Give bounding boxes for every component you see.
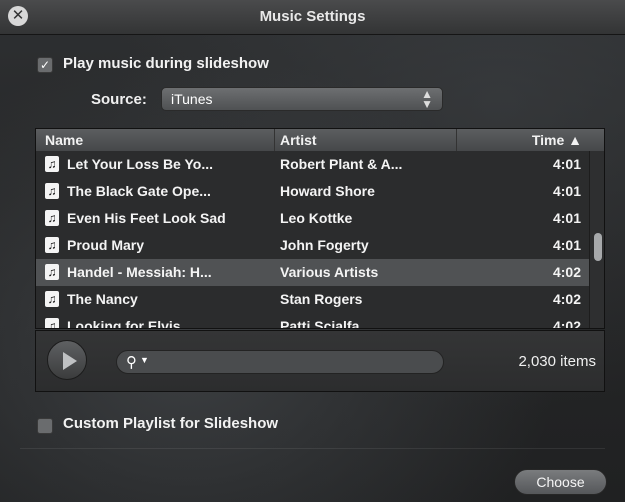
row-time: 4:02 (552, 264, 581, 280)
row-name: Even His Feet Look Sad (67, 210, 226, 226)
table-row[interactable]: ♫ The Nancy Stan Rogers 4:02 (36, 286, 589, 314)
search-icon[interactable]: ⚲ (126, 353, 137, 371)
row-artist: Leo Kottke (280, 210, 353, 226)
column-header-time[interactable]: Time ▲ (532, 132, 582, 148)
column-header-name[interactable]: Name (45, 132, 83, 148)
search-input[interactable]: ⚲ ▼ (116, 350, 444, 374)
music-note-icon: ♫ (45, 264, 59, 280)
music-note-icon: ♫ (45, 156, 59, 172)
title-bar: ✕ Music Settings (0, 0, 625, 35)
table-row[interactable]: ♫ Looking for Elvis Patti Scialfa 4:02 (36, 313, 589, 329)
updown-arrows-icon: ▲ ▼ (421, 87, 433, 111)
source-select[interactable]: iTunes ▲ ▼ (161, 87, 443, 111)
row-name: Proud Mary (67, 237, 145, 253)
source-select-value: iTunes (171, 91, 213, 107)
table-row[interactable]: ♫ Let Your Loss Be Yo... Robert Plant & … (36, 151, 589, 179)
play-music-label[interactable]: Play music during slideshow (63, 55, 269, 72)
play-icon (63, 352, 77, 370)
column-header-artist[interactable]: Artist (280, 132, 317, 148)
play-button[interactable] (47, 340, 87, 380)
row-artist: Howard Shore (280, 183, 375, 199)
divider (20, 448, 605, 449)
row-name: The Black Gate Ope... (67, 183, 211, 199)
playback-controls: ⚲ ▼ 2,030 items (35, 330, 605, 392)
custom-playlist-checkbox[interactable] (37, 418, 53, 434)
music-note-icon: ♫ (45, 318, 59, 328)
column-divider (274, 129, 275, 151)
choose-button[interactable]: Choose (514, 469, 607, 495)
source-label: Source: (91, 91, 147, 108)
music-note-icon: ♫ (45, 210, 59, 226)
column-divider (456, 129, 457, 151)
row-name: Let Your Loss Be Yo... (67, 156, 213, 172)
music-table: Name Artist Time ▲ ♫ Let Your Loss Be Yo… (35, 128, 605, 329)
row-time: 4:01 (552, 210, 581, 226)
row-time: 4:02 (552, 318, 581, 329)
music-note-icon: ♫ (45, 291, 59, 307)
custom-playlist-label[interactable]: Custom Playlist for Slideshow (63, 415, 278, 432)
music-note-icon: ♫ (45, 237, 59, 253)
row-artist: Robert Plant & A... (280, 156, 403, 172)
row-name: Looking for Elvis (67, 318, 181, 329)
scrollbar-thumb[interactable] (594, 233, 602, 261)
row-artist: Stan Rogers (280, 291, 363, 307)
table-row[interactable]: ♫ Proud Mary John Fogerty 4:01 (36, 232, 589, 260)
row-time: 4:01 (552, 183, 581, 199)
row-name: Handel - Messiah: H... (67, 264, 212, 280)
row-time: 4:01 (552, 156, 581, 172)
chevron-down-icon[interactable]: ▼ (140, 355, 149, 365)
table-rows: ♫ Let Your Loss Be Yo... Robert Plant & … (36, 151, 589, 329)
table-row-selected[interactable]: ♫ Handel - Messiah: H... Various Artists… (36, 259, 589, 287)
row-time: 4:01 (552, 237, 581, 253)
music-note-icon: ♫ (45, 183, 59, 199)
window-title: Music Settings (259, 8, 366, 25)
row-artist: Patti Scialfa (280, 318, 360, 329)
row-time: 4:02 (552, 291, 581, 307)
table-header: Name Artist Time ▲ (36, 129, 604, 152)
item-count: 2,030 items (518, 353, 596, 370)
music-settings-window: ✕ Music Settings ✓ Play music during sli… (0, 0, 625, 502)
table-row[interactable]: ♫ Even His Feet Look Sad Leo Kottke 4:01 (36, 205, 589, 233)
row-name: The Nancy (67, 291, 138, 307)
play-music-checkbox[interactable]: ✓ (37, 57, 53, 73)
row-artist: Various Artists (280, 264, 379, 280)
row-artist: John Fogerty (280, 237, 369, 253)
table-scrollbar[interactable] (589, 151, 604, 328)
table-row[interactable]: ♫ The Black Gate Ope... Howard Shore 4:0… (36, 178, 589, 206)
